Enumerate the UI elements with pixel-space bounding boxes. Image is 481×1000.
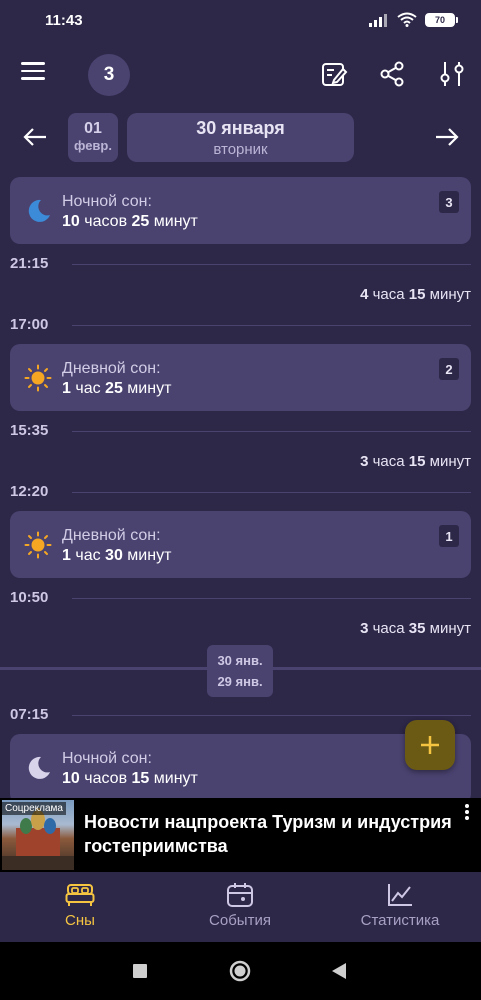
date-navigator: 01 февр. 30 января вторник: [0, 113, 481, 163]
sleep-title: Ночной сон:: [62, 750, 152, 767]
add-sleep-button[interactable]: [405, 720, 455, 770]
sleep-card-night[interactable]: Ночной сон: 10 часов 15 минут: [10, 734, 471, 804]
chart-icon: [388, 884, 412, 906]
signal-icon: [369, 13, 387, 27]
nav-label: Сны: [65, 912, 95, 929]
sleep-duration: 10 часов 15 минут: [62, 770, 198, 787]
time-marker: 15:35: [10, 422, 471, 442]
time-marker: 21:15: [10, 255, 471, 275]
status-bar: 11:43 70: [0, 0, 481, 40]
arrow-right-icon[interactable]: [434, 125, 460, 149]
status-icons: 70: [369, 12, 458, 27]
system-navigation-bar: [0, 942, 481, 1000]
nav-events[interactable]: События: [195, 872, 285, 942]
sleep-title: Дневной сон:: [62, 527, 161, 544]
share-icon[interactable]: [378, 60, 406, 88]
sun-icon: [24, 531, 52, 559]
recent-apps-icon[interactable]: [133, 964, 147, 978]
edit-note-icon[interactable]: [320, 60, 348, 88]
more-vert-icon[interactable]: [463, 804, 471, 824]
time-marker: 10:50: [10, 589, 471, 609]
nav-label: События: [209, 912, 271, 929]
sleep-duration: 1 час 25 минут: [62, 380, 172, 397]
ad-text: Новости нацпроекта Туризм и индустрия го…: [84, 812, 452, 856]
day-separator-chip: 30 янв. 29 янв.: [207, 645, 273, 697]
current-weekday: вторник: [213, 141, 268, 158]
current-date[interactable]: 30 января вторник: [127, 113, 354, 162]
next-date-month: февр.: [74, 138, 112, 153]
sleep-title: Дневной сон:: [62, 360, 161, 377]
sun-icon: [24, 364, 52, 392]
current-date-label: 30 января: [196, 118, 285, 138]
time-marker: 07:15: [10, 706, 471, 726]
moon-icon: [28, 199, 50, 222]
time-marker: 12:20: [10, 483, 471, 503]
sleep-card-night[interactable]: Ночной сон: 10 часов 25 минут 3: [10, 177, 471, 244]
next-date-chip[interactable]: 01 февр.: [68, 113, 118, 162]
menu-button[interactable]: [21, 62, 47, 86]
top-toolbar: 3: [0, 52, 481, 96]
wifi-icon: [397, 12, 417, 27]
calendar-icon: [227, 883, 253, 907]
battery-icon: 70: [425, 12, 458, 27]
ad-tag: Соцреклама: [2, 802, 66, 815]
nav-label: Статистика: [360, 912, 440, 929]
bed-icon: [65, 884, 95, 906]
sleep-duration: 10 часов 25 минут: [62, 213, 198, 230]
sleep-duration: 1 час 30 минут: [62, 547, 172, 564]
awake-duration: 4 часа 15 минут: [360, 286, 471, 303]
ad-banner[interactable]: Соцреклама Новости нацпроекта Туризм и и…: [0, 798, 481, 872]
awake-duration: 3 часа 15 минут: [360, 453, 471, 470]
sleep-card-day[interactable]: Дневной сон: 1 час 30 минут 1: [10, 511, 471, 578]
time-marker: 17:00: [10, 316, 471, 336]
moon-icon: [28, 756, 50, 779]
sleep-title: Ночной сон:: [62, 193, 152, 210]
home-icon[interactable]: [229, 960, 251, 982]
status-time: 11:43: [45, 12, 83, 29]
child-count-badge[interactable]: 3: [88, 54, 130, 96]
bottom-navigation: Сны События Статистика: [0, 872, 481, 942]
sleep-card-day[interactable]: Дневной сон: 1 час 25 минут 2: [10, 344, 471, 411]
sleep-number: 2: [439, 358, 459, 380]
sleep-number: 3: [439, 191, 459, 213]
filter-settings-icon[interactable]: [438, 60, 466, 88]
ad-image: Соцреклама: [2, 800, 74, 870]
awake-duration: 3 часа 35 минут: [360, 620, 471, 637]
next-date-day: 01: [84, 120, 102, 137]
back-icon[interactable]: [331, 963, 347, 979]
plus-icon: [421, 736, 439, 754]
arrow-left-icon[interactable]: [22, 125, 48, 149]
nav-sleeps[interactable]: Сны: [40, 872, 120, 942]
sleep-number: 1: [439, 525, 459, 547]
nav-statistics[interactable]: Статистика: [350, 872, 450, 942]
